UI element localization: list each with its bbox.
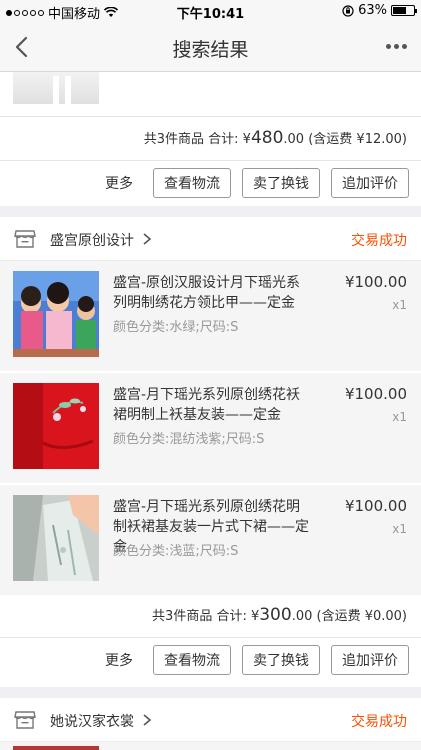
product-spec: 颜色分类:浅蓝;尺码:S	[113, 544, 239, 559]
resell-button[interactable]: 卖了换钱	[242, 168, 320, 198]
order-card: 共3件商品 合计: ¥480.00 (含运费 ¥12.00) 更多 查看物流 卖…	[0, 72, 421, 206]
product-price: ¥100.00	[344, 273, 407, 291]
order-summary: 共3件商品 合计: ¥300.00 (含运费 ¥0.00)	[152, 605, 407, 625]
more-link[interactable]: 更多	[105, 650, 133, 670]
product-image[interactable]	[13, 271, 99, 357]
more-link[interactable]: 更多	[105, 173, 133, 193]
add-review-button[interactable]: 追加评价	[331, 645, 409, 675]
view-logistics-button[interactable]: 查看物流	[153, 168, 231, 198]
store-icon	[14, 230, 36, 248]
battery-percent: 63%	[358, 3, 387, 18]
order-item[interactable]: 盛宫-月下瑶光系列原创绣花明制袄裙基友装一片式下裙——定金 颜色分类:浅蓝;尺码…	[0, 485, 421, 595]
product-image[interactable]	[13, 495, 99, 581]
battery-icon	[391, 5, 417, 16]
order-item[interactable]: 盛宫-原创汉服设计月下瑶光系列明制绣花方领比甲——定金 颜色分类:水绿;尺码:S…	[0, 261, 421, 371]
status-bar: 中国移动 下午10:41 63%	[0, 0, 421, 22]
chevron-right-icon	[143, 233, 152, 245]
resell-button[interactable]: 卖了换钱	[242, 645, 320, 675]
shop-header[interactable]: 她说汉家衣裳 交易成功	[0, 698, 421, 742]
product-name: 盛宫-原创汉服设计月下瑶光系列明制绣花方领比甲——定金	[113, 275, 301, 311]
order-footer: 共3件商品 合计: ¥300.00 (含运费 ¥0.00) 更多 查看物流 卖了…	[0, 595, 421, 687]
page-title: 搜索结果	[172, 39, 249, 61]
store-icon	[14, 711, 36, 729]
shop-header[interactable]: 盛宫原创设计 交易成功	[0, 217, 421, 261]
product-image[interactable]	[13, 383, 99, 469]
chevron-right-icon	[143, 714, 152, 726]
product-price: ¥100.00	[344, 385, 407, 403]
order-list[interactable]: 共3件商品 合计: ¥480.00 (含运费 ¥12.00) 更多 查看物流 卖…	[0, 72, 421, 750]
product-name: 盛宫-月下瑶光系列原创绣花袄裙明制上袄基友装——定金	[113, 387, 301, 423]
product-spec: 颜色分类:混纺浅紫;尺码:S	[113, 432, 265, 447]
product-quantity: x1	[392, 410, 407, 424]
trade-status: 交易成功	[351, 233, 407, 249]
product-image[interactable]	[13, 72, 99, 104]
trade-status: 交易成功	[351, 714, 407, 730]
more-options-icon[interactable]	[386, 44, 407, 49]
product-spec: 颜色分类:水绿;尺码:S	[113, 320, 239, 335]
orientation-lock-icon	[342, 4, 354, 17]
product-price: ¥100.00	[344, 497, 407, 515]
product-quantity: x1	[392, 298, 407, 312]
order-summary: 共3件商品 合计: ¥480.00 (含运费 ¥12.00)	[143, 128, 407, 148]
product-quantity: x1	[392, 522, 407, 536]
order-item[interactable]: 盛宫-月下瑶光系列原创绣花袄裙明制上袄基友装——定金 颜色分类:混纺浅紫;尺码:…	[0, 373, 421, 483]
order-actions: 更多 查看物流 卖了换钱 追加评价	[105, 645, 409, 675]
shop-name: 盛宫原创设计	[50, 233, 134, 249]
add-review-button[interactable]: 追加评价	[331, 168, 409, 198]
view-logistics-button[interactable]: 查看物流	[153, 645, 231, 675]
shop-name: 她说汉家衣裳	[50, 714, 134, 730]
battery-info: 63%	[342, 3, 417, 18]
navigation-bar: 搜索结果	[0, 22, 421, 72]
order-actions: 更多 查看物流 卖了换钱 追加评价	[105, 168, 409, 198]
